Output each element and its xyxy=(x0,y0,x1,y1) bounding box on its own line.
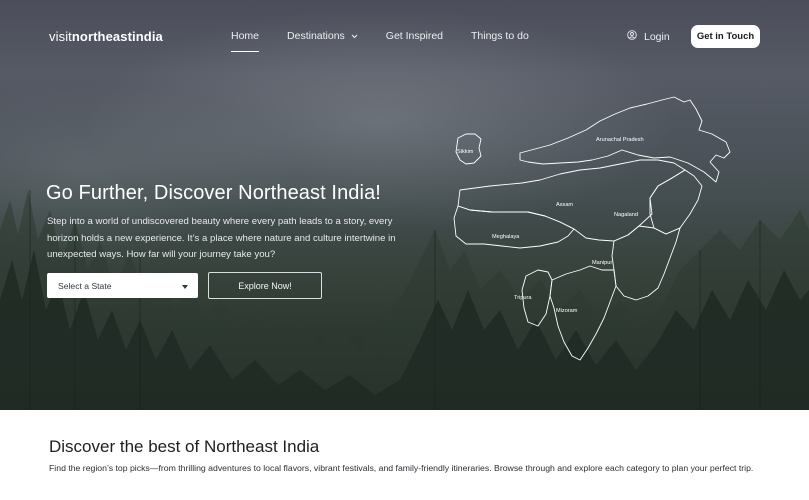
state-select-value: Select a State xyxy=(58,280,112,291)
logo-text-bold: northeastindia xyxy=(71,29,163,44)
hero-description: Step into a world of undiscovered beauty… xyxy=(47,216,396,260)
logo-text-light: visit xyxy=(49,29,72,44)
caret-down-icon xyxy=(182,281,188,291)
nav-item-destinations[interactable]: Destinations xyxy=(287,30,358,42)
map-label-assam: Assam xyxy=(556,202,573,208)
user-circle-icon xyxy=(627,30,637,43)
northeast-india-map: Sikkim Arunachal Pradesh Assam Nagaland … xyxy=(453,96,731,361)
nav-item-label: Destinations xyxy=(287,30,345,42)
map-state-nagaland[interactable] xyxy=(649,169,703,235)
map-label-tripura: Tripura xyxy=(514,295,532,301)
map-label-meghalaya: Meghalaya xyxy=(492,234,520,240)
nav-item-label: Get Inspired xyxy=(385,30,443,42)
map-label-mizoram: Mizoram xyxy=(556,308,578,314)
nav-item-home[interactable]: Home xyxy=(231,30,260,52)
discover-description: Find the region’s top picks—from thrilli… xyxy=(49,463,754,473)
nav-item-label: Things to do xyxy=(471,30,529,42)
get-in-touch-button[interactable]: Get in Touch xyxy=(691,25,760,48)
main-nav: Home Destinations Get Inspired Things to… xyxy=(231,30,557,52)
map-label-arunachal-pradesh: Arunachal Pradesh xyxy=(596,137,644,143)
map-label-nagaland: Nagaland xyxy=(614,212,638,218)
map-state-assam[interactable] xyxy=(457,159,686,242)
map-label-manipur: Manipur xyxy=(592,260,612,266)
hero-title: Go Further, Discover Northeast India! xyxy=(46,182,381,204)
nav-item-label: Home xyxy=(231,30,260,42)
map-state-meghalaya[interactable] xyxy=(453,205,575,249)
map-label-sikkim: Sikkim xyxy=(457,149,474,155)
page: visitnortheastindia Home Destinations Ge… xyxy=(0,0,809,500)
site-logo[interactable]: visitnortheastindia xyxy=(49,29,163,44)
nav-item-get-inspired[interactable]: Get Inspired xyxy=(386,30,443,42)
discover-title: Discover the best of Northeast India xyxy=(49,437,320,456)
state-select[interactable]: Select a State xyxy=(47,273,198,298)
login-label: Login xyxy=(644,30,670,43)
login-link[interactable]: Login xyxy=(627,30,670,43)
nav-item-things-to-do[interactable]: Things to do xyxy=(471,30,529,42)
map-state-manipur[interactable] xyxy=(611,225,681,301)
explore-now-button[interactable]: Explore Now! xyxy=(208,272,322,299)
chevron-down-icon xyxy=(351,30,358,42)
hero-section: visitnortheastindia Home Destinations Ge… xyxy=(0,0,809,410)
